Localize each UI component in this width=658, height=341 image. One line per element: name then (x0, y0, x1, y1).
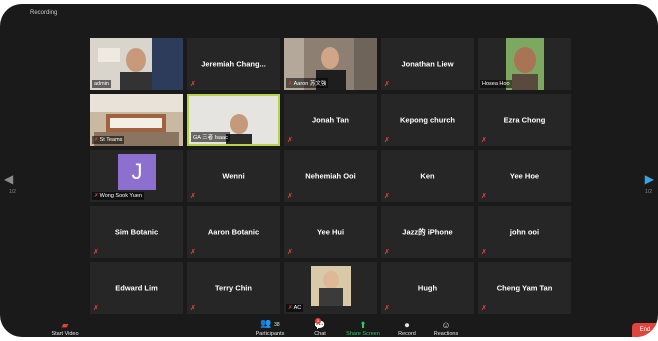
participant-name-label: Hosea Hoo (480, 80, 512, 88)
participant-name: Edward Lim (115, 283, 158, 293)
participant-name-label: ✗Aaron 苏文強 (286, 78, 329, 88)
participant-tile[interactable]: Jazz的 iPhone ✗ (381, 206, 474, 258)
participant-name: john ooi (509, 227, 540, 237)
participant-tile[interactable]: ✗AC (284, 262, 377, 314)
participant-name: Yee Hoe (509, 171, 540, 181)
muted-mic-icon: ✗ (384, 137, 390, 144)
muted-mic-icon: ✗ (384, 249, 390, 256)
muted-mic-icon: ✗ (190, 81, 196, 88)
next-page-arrow-icon[interactable]: ▶ (645, 172, 654, 186)
participant-tile[interactable]: Jonathan Liew ✗ (381, 38, 474, 90)
participant-tile[interactable]: Wenni ✗ (187, 150, 280, 202)
participants-count: 38 (274, 322, 280, 328)
participant-tile[interactable]: Nehemiah Ooi ✗ (284, 150, 377, 202)
muted-mic-icon: ✗ (481, 305, 487, 312)
participant-name: Wenni (222, 171, 245, 181)
participant-name: Jeremiah Chang... (201, 59, 266, 69)
participant-tile[interactable]: Hosea Hoo (478, 38, 571, 90)
participant-name: Kepong church (399, 115, 455, 125)
participant-tile[interactable]: Terry Chin ✗ (187, 262, 280, 314)
participant-tile[interactable]: ✗Aaron 苏文強 (284, 38, 377, 90)
gallery-grid: admin Jeremiah Chang... ✗ ✗Aaron 苏文強 Jon… (90, 38, 571, 314)
participant-name-label: GA 三者 Isaac (191, 132, 230, 142)
participants-button[interactable]: 👥 38 Participants (250, 318, 290, 337)
participant-name: Ezra Chong (503, 115, 546, 125)
muted-mic-icon: ✗ (190, 193, 196, 200)
recording-indicator: Recording (30, 10, 58, 16)
participant-tile[interactable]: Cheng Yam Tan ✗ (478, 262, 571, 314)
end-meeting-button[interactable]: End (632, 323, 658, 337)
record-button[interactable]: ⏺ Record (394, 320, 420, 337)
participant-name: Yee Hui (316, 227, 345, 237)
meeting-toolbar: ▰ Start Video 👥 38 Participants 💬 1 Chat … (0, 315, 658, 337)
participant-name-label: ✗Wong Sook Yuen (92, 192, 144, 200)
participant-tile[interactable]: Hugh ✗ (381, 262, 474, 314)
start-video-button[interactable]: ▰ Start Video (50, 320, 80, 337)
participant-name: Sim Botanic (114, 227, 159, 237)
participant-name-label: ✗St Teams (92, 136, 125, 144)
start-video-label: Start Video (51, 331, 79, 337)
muted-mic-icon: ✗ (93, 305, 99, 312)
participant-name: Jonathan Liew (401, 59, 454, 69)
muted-mic-icon: ✗ (287, 193, 293, 200)
participant-tile[interactable]: Yee Hui ✗ (284, 206, 377, 258)
participant-tile[interactable]: admin (90, 38, 183, 90)
participant-avatar: J (118, 154, 156, 190)
muted-mic-icon: ✗ (190, 249, 196, 256)
participant-name: Jazz的 iPhone (402, 227, 453, 237)
participant-name-label: ✗AC (286, 304, 304, 312)
muted-mic-icon: ✗ (384, 305, 390, 312)
participant-name: Cheng Yam Tan (496, 283, 553, 293)
chat-badge: 1 (315, 318, 321, 324)
share-screen-label: Share Screen (346, 331, 380, 337)
muted-mic-icon: ✗ (93, 249, 99, 256)
participant-tile-speaking[interactable]: GA 三者 Isaac (187, 94, 280, 146)
participants-label: Participants (255, 331, 285, 337)
participant-name: Nehemiah Ooi (305, 171, 356, 181)
reactions-icon: ☺ (441, 320, 451, 330)
participant-name: Ken (420, 171, 435, 181)
participant-name: Jonah Tan (312, 115, 349, 125)
muted-mic-icon: ✗ (481, 193, 487, 200)
reactions-button[interactable]: ☺ Reactions (430, 320, 462, 337)
muted-mic-icon: ✗ (384, 81, 390, 88)
muted-mic-icon: ✗ (287, 137, 293, 144)
participant-tile[interactable]: Aaron Botanic ✗ (187, 206, 280, 258)
chat-label: Chat (314, 331, 326, 337)
participant-tile[interactable]: ✗St Teams (90, 94, 183, 146)
share-screen-icon: ⬆ (359, 320, 367, 330)
video-off-icon: ▰ (61, 320, 69, 330)
zoom-meeting-window: Recording ◀ 1/2 ▶ 1/2 admin Jeremiah Cha… (0, 4, 658, 337)
chat-button[interactable]: 💬 1 Chat (308, 318, 332, 337)
participant-tile[interactable]: J ✗Wong Sook Yuen (90, 150, 183, 202)
previous-page-arrow-icon[interactable]: ◀ (4, 172, 13, 186)
reactions-label: Reactions (433, 331, 459, 337)
muted-mic-icon: ✗ (481, 137, 487, 144)
chat-icon: 💬 1 (314, 318, 326, 330)
participant-tile[interactable]: Jeremiah Chang... ✗ (187, 38, 280, 90)
participant-name: Aaron Botanic (207, 227, 260, 237)
muted-mic-icon: ✗ (384, 193, 390, 200)
participants-icon: 👥 38 (260, 318, 280, 328)
participant-tile[interactable]: Yee Hoe ✗ (478, 150, 571, 202)
participant-name: Terry Chin (215, 283, 252, 293)
participant-tile[interactable]: Sim Botanic ✗ (90, 206, 183, 258)
participant-tile[interactable]: john ooi ✗ (478, 206, 571, 258)
participant-name: Hugh (417, 283, 438, 293)
muted-mic-icon: ✗ (481, 249, 487, 256)
participant-tile[interactable]: Jonah Tan ✗ (284, 94, 377, 146)
muted-mic-icon: ✗ (287, 249, 293, 256)
participant-tile[interactable]: Ezra Chong ✗ (478, 94, 571, 146)
page-indicator-right: 1/2 (645, 189, 652, 195)
record-label: Record (398, 331, 416, 337)
share-screen-button[interactable]: ⬆ Share Screen (344, 320, 382, 337)
participant-tile[interactable]: Ken ✗ (381, 150, 474, 202)
page-indicator-left: 1/2 (9, 189, 16, 195)
participant-tile[interactable]: Edward Lim ✗ (90, 262, 183, 314)
muted-mic-icon: ✗ (190, 305, 196, 312)
participant-name-label: admin (92, 80, 111, 88)
record-icon: ⏺ (404, 320, 410, 330)
participant-tile[interactable]: Kepong church ✗ (381, 94, 474, 146)
